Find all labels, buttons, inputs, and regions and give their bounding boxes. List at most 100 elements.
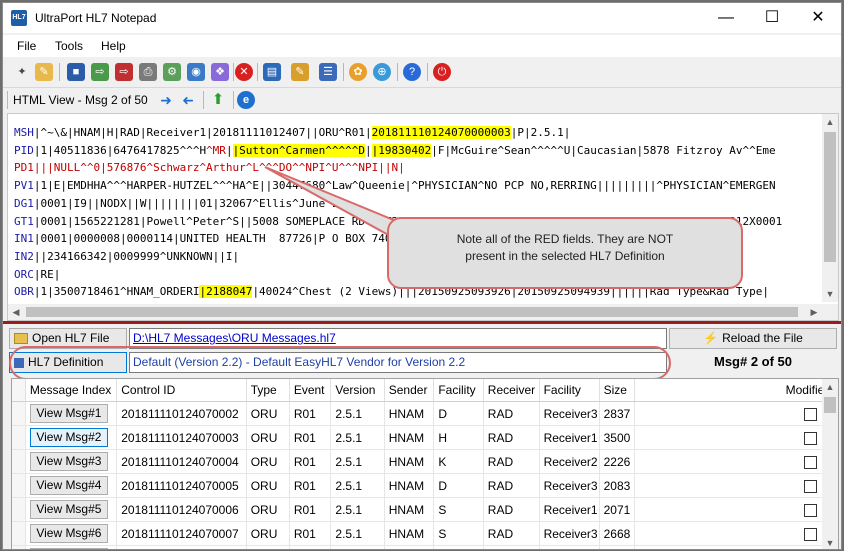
cell-rfacility: Receiver1 [539, 497, 600, 522]
row-header-cell[interactable] [12, 497, 26, 522]
message-table: Message Index Control ID Type Event Version S… [12, 379, 838, 549]
cell-event: R01 [289, 401, 332, 426]
row-header-cell[interactable] [12, 425, 26, 450]
table-row[interactable]: View Msg#6 201811110124070007 ORU R01 2.5.1 H… [12, 521, 838, 546]
cell-rfacility: Receiver3 [539, 545, 600, 549]
column-header[interactable]: Sender [384, 379, 435, 402]
cell-size: 2511 [599, 545, 636, 549]
cell-size: 2226 [599, 449, 636, 474]
modified-cell [634, 473, 838, 498]
cell-event: R01 [289, 473, 332, 498]
table-row[interactable]: View Msg#4 201811110124070005 ORU R01 2.5.1 H… [12, 473, 838, 498]
cell-sender: HNAM [384, 521, 435, 546]
app-window: HL7 UltraPort HL7 Notepad — ☐ ✕ File Too… [2, 2, 842, 550]
view-msg-button[interactable]: View Msg#4 [29, 476, 108, 495]
cell-version: 2.5.1 [330, 497, 385, 522]
view-msg-cell: View Msg#7 [25, 545, 118, 549]
row-header-cell[interactable] [12, 545, 26, 549]
row-header-cell[interactable] [12, 449, 26, 474]
view-msg-button[interactable]: View Msg#1 [29, 404, 108, 423]
table-row[interactable]: View Msg#5 201811110124070006 ORU R01 2.5.1 H… [12, 497, 838, 522]
hl7-definition-button[interactable]: HL7 Definition [9, 352, 127, 373]
column-header[interactable]: Facility [539, 379, 600, 402]
cell-sender: HNAM [384, 449, 435, 474]
column-header[interactable]: Modified [634, 379, 838, 402]
table-row[interactable]: View Msg#7 201811110124070008ORUR012.5.1H… [12, 545, 838, 549]
cell-rfacility: Receiver1 [539, 425, 600, 450]
grid-vertical-scrollbar[interactable]: ▲ ▼ [822, 379, 838, 549]
hl7-definition-field[interactable]: Default (Version 2.2) - Default EasyHL7 … [129, 352, 667, 373]
cell-version: 2.5.1 [330, 521, 385, 546]
hl7-definition-label: HL7 Definition [28, 355, 104, 369]
cell-sender: HNAM [384, 425, 435, 450]
cell-event: R01 [289, 545, 332, 549]
modified-checkbox[interactable] [804, 431, 817, 445]
hl7-definition-value: Default (Version 2.2) - Default EasyHL7 … [133, 355, 466, 369]
row-header-cell[interactable] [12, 401, 26, 426]
cell-type: ORU [246, 401, 290, 426]
scroll-thumb[interactable] [824, 397, 836, 413]
cell-control-id: 201811110124070006 [116, 497, 247, 522]
cell-size: 2071 [599, 497, 636, 522]
cell-sender: HNAM [384, 545, 435, 549]
open-hl7-file-button[interactable]: Open HL7 File [9, 328, 127, 349]
cell-version: 2.5.1 [330, 545, 385, 549]
cell-control-id: 201811110124070003 [116, 425, 247, 450]
view-msg-button[interactable]: View Msg#2 [29, 428, 108, 447]
column-header[interactable]: Control ID [116, 379, 247, 402]
modified-checkbox[interactable] [804, 455, 817, 469]
view-msg-button[interactable]: View Msg#5 [29, 500, 108, 519]
file-path-link[interactable]: D:\HL7 Messages\ORU Messages.hl7 [133, 331, 336, 345]
cell-event: R01 [289, 425, 332, 450]
column-header[interactable]: Receiver [483, 379, 540, 402]
column-header[interactable]: Version [330, 379, 385, 402]
cell-version: 2.5.1 [330, 401, 385, 426]
cell-control-id: 201811110124070005 [116, 473, 247, 498]
row-header-cell[interactable] [12, 473, 26, 498]
cell-type: ORU [246, 521, 290, 546]
modified-checkbox[interactable] [804, 479, 817, 493]
column-header[interactable]: Event [289, 379, 332, 402]
modified-checkbox[interactable] [804, 527, 817, 541]
scroll-down-icon[interactable]: ▼ [822, 535, 838, 549]
reload-file-label: Reload the File [722, 331, 803, 345]
folder-icon [14, 333, 28, 345]
cell-receiver: RAD [483, 545, 540, 549]
column-header[interactable]: Message Index [25, 379, 118, 402]
cell-rfacility: Receiver3 [539, 401, 600, 426]
file-path-field[interactable]: D:\HL7 Messages\ORU Messages.hl7 [129, 328, 667, 349]
scroll-up-icon[interactable]: ▲ [822, 379, 838, 395]
cell-receiver: RAD [483, 473, 540, 498]
bottom-pane: Open HL7 File D:\HL7 Messages\ORU Messag… [7, 326, 839, 549]
modified-checkbox[interactable] [804, 503, 817, 517]
annotation-callout: Note all of the RED fields. They are NOT… [387, 217, 743, 289]
reload-file-button[interactable]: ⚡ Reload the File [669, 328, 837, 349]
message-counter: Msg# 2 of 50 [713, 354, 793, 369]
table-row[interactable]: View Msg#2 201811110124070003 ORU R01 2.5.1 H… [12, 425, 838, 450]
cell-size: 3500 [599, 425, 636, 450]
cell-receiver: RAD [483, 497, 540, 522]
cell-version: 2.5.1 [330, 425, 385, 450]
cell-event: R01 [289, 449, 332, 474]
cell-size: 2083 [599, 473, 636, 498]
modified-cell [634, 545, 838, 549]
view-msg-button[interactable]: View Msg#3 [29, 452, 108, 471]
modified-checkbox[interactable] [804, 407, 817, 421]
column-header[interactable]: Facility [433, 379, 484, 402]
column-header[interactable]: Size [599, 379, 636, 402]
cell-sender: HNAM [384, 497, 435, 522]
view-msg-button[interactable]: View Msg#7 [29, 548, 108, 549]
table-header-row: Message Index Control ID Type Event Version S… [12, 379, 838, 402]
view-msg-button[interactable]: View Msg#6 [29, 524, 108, 543]
view-msg-cell: View Msg#5 [25, 497, 118, 522]
cell-control-id: 201811110124070002 [116, 401, 247, 426]
view-msg-cell: View Msg#3 [25, 449, 118, 474]
row-header-cell[interactable] [12, 521, 26, 546]
cell-type: ORU [246, 497, 290, 522]
cell-receiver: RAD [483, 401, 540, 426]
panel-divider[interactable] [3, 321, 841, 324]
column-header[interactable]: Type [246, 379, 290, 402]
table-row[interactable]: View Msg#3 201811110124070004 ORU R01 2.5.1 H… [12, 449, 838, 474]
table-row[interactable]: View Msg#1 201811110124070002 ORU R01 2.5.1 H… [12, 401, 838, 426]
cell-event: R01 [289, 521, 332, 546]
